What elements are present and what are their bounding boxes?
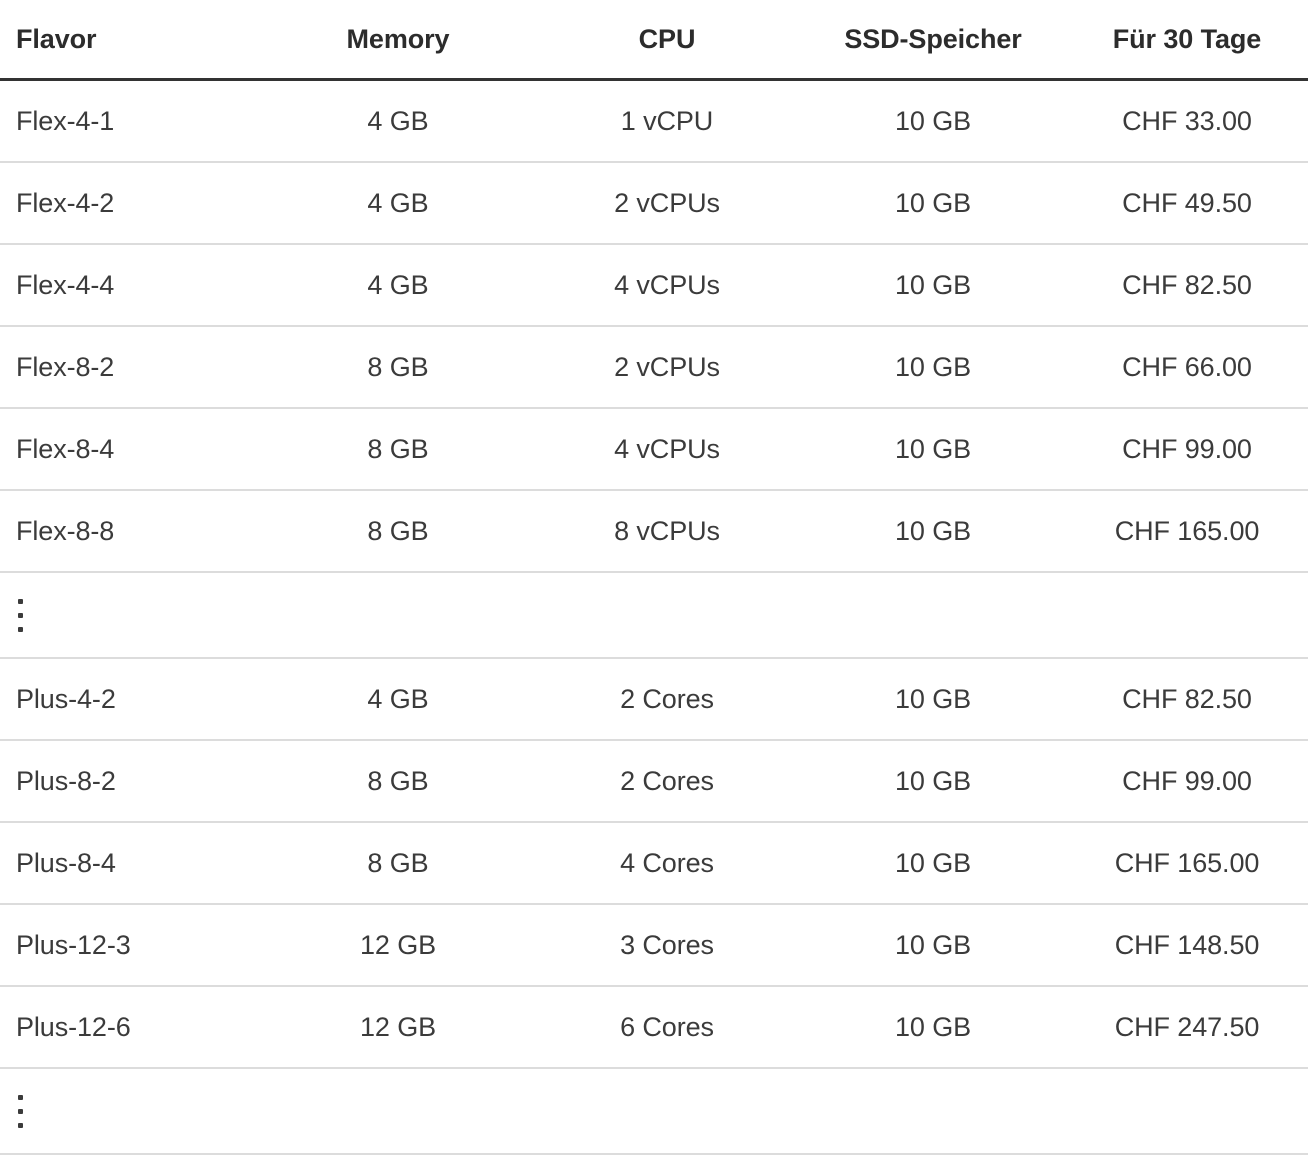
table-header: Flavor Memory CPU SSD-Speicher Für 30 Ta…: [0, 0, 1308, 81]
table-body: Flex-4-1 4 GB 1 vCPU 10 GB CHF 33.00 Flex-4-2…: [0, 79, 1308, 1155]
cell-memory: 12 GB: [262, 904, 534, 987]
cell-memory: 8 GB: [262, 408, 534, 491]
cell-ssd: 10 GB: [800, 986, 1066, 1069]
cell-flavor: Flex-8-4: [0, 408, 262, 491]
table-row: Flex-4-1 4 GB 1 vCPU 10 GB CHF 33.00: [0, 79, 1308, 163]
cell-ssd: 10 GB: [800, 244, 1066, 327]
cell-cpu: 2 Cores: [534, 658, 800, 741]
vertical-ellipsis-icon: [18, 598, 24, 632]
cell-flavor: Plus-12-3: [0, 904, 262, 987]
cell-cpu: 3 Cores: [534, 904, 800, 987]
cell-price: CHF 82.50: [1066, 658, 1308, 741]
cell-cpu: 2 Cores: [534, 740, 800, 823]
cell-ssd: 10 GB: [800, 326, 1066, 409]
cell-ssd: 10 GB: [800, 408, 1066, 491]
column-header-ssd-speicher: SSD-Speicher: [800, 0, 1066, 81]
cell-ssd: 10 GB: [800, 162, 1066, 245]
more-rows-indicator: [0, 1068, 1308, 1155]
column-header-flavor: Flavor: [0, 0, 262, 81]
cell-ssd: 10 GB: [800, 740, 1066, 823]
cell-price: CHF 165.00: [1066, 822, 1308, 905]
cell-flavor: Flex-8-2: [0, 326, 262, 409]
cell-memory: 4 GB: [262, 79, 534, 163]
cell-memory: 4 GB: [262, 658, 534, 741]
flavor-pricing-table: Flavor Memory CPU SSD-Speicher Für 30 Ta…: [0, 0, 1308, 1155]
cell-flavor: Plus-8-4: [0, 822, 262, 905]
cell-cpu: 2 vCPUs: [534, 326, 800, 409]
cell-memory: 4 GB: [262, 162, 534, 245]
table-row-ellipsis: [0, 1068, 1308, 1155]
vertical-ellipsis-icon: [18, 1094, 24, 1128]
cell-flavor: Flex-4-4: [0, 244, 262, 327]
cell-flavor: Plus-8-2: [0, 740, 262, 823]
table-row: Plus-12-6 12 GB 6 Cores 10 GB CHF 247.50: [0, 986, 1308, 1069]
cell-cpu: 4 vCPUs: [534, 244, 800, 327]
cell-ssd: 10 GB: [800, 904, 1066, 987]
cell-flavor: Flex-4-1: [0, 79, 262, 163]
table-header-row: Flavor Memory CPU SSD-Speicher Für 30 Ta…: [0, 0, 1308, 81]
cell-flavor: Flex-8-8: [0, 490, 262, 573]
cell-cpu: 1 vCPU: [534, 79, 800, 163]
cell-price: CHF 99.00: [1066, 408, 1308, 491]
table-row-ellipsis: [0, 572, 1308, 659]
cell-cpu: 6 Cores: [534, 986, 800, 1069]
column-header-cpu: CPU: [534, 0, 800, 81]
cell-memory: 8 GB: [262, 822, 534, 905]
cell-flavor: Flex-4-2: [0, 162, 262, 245]
table-row: Plus-12-3 12 GB 3 Cores 10 GB CHF 148.50: [0, 904, 1308, 987]
cell-ssd: 10 GB: [800, 490, 1066, 573]
cell-cpu: 8 vCPUs: [534, 490, 800, 573]
cell-flavor: Plus-12-6: [0, 986, 262, 1069]
cell-price: CHF 66.00: [1066, 326, 1308, 409]
cell-ssd: 10 GB: [800, 658, 1066, 741]
table-row: Flex-4-2 4 GB 2 vCPUs 10 GB CHF 49.50: [0, 162, 1308, 245]
cell-cpu: 4 Cores: [534, 822, 800, 905]
cell-memory: 8 GB: [262, 326, 534, 409]
cell-cpu: 2 vCPUs: [534, 162, 800, 245]
cell-price: CHF 165.00: [1066, 490, 1308, 573]
cell-memory: 8 GB: [262, 490, 534, 573]
cell-memory: 12 GB: [262, 986, 534, 1069]
cell-price: CHF 148.50: [1066, 904, 1308, 987]
cell-price: CHF 99.00: [1066, 740, 1308, 823]
cell-ssd: 10 GB: [800, 822, 1066, 905]
table-row: Flex-8-8 8 GB 8 vCPUs 10 GB CHF 165.00: [0, 490, 1308, 573]
cell-price: CHF 33.00: [1066, 79, 1308, 163]
cell-memory: 8 GB: [262, 740, 534, 823]
cell-price: CHF 49.50: [1066, 162, 1308, 245]
table-row: Flex-4-4 4 GB 4 vCPUs 10 GB CHF 82.50: [0, 244, 1308, 327]
cell-cpu: 4 vCPUs: [534, 408, 800, 491]
column-header-memory: Memory: [262, 0, 534, 81]
table-row: Plus-4-2 4 GB 2 Cores 10 GB CHF 82.50: [0, 658, 1308, 741]
cell-flavor: Plus-4-2: [0, 658, 262, 741]
table-row: Plus-8-4 8 GB 4 Cores 10 GB CHF 165.00: [0, 822, 1308, 905]
cell-price: CHF 247.50: [1066, 986, 1308, 1069]
cell-ssd: 10 GB: [800, 79, 1066, 163]
cell-price: CHF 82.50: [1066, 244, 1308, 327]
more-rows-indicator: [0, 572, 1308, 659]
table-row: Flex-8-4 8 GB 4 vCPUs 10 GB CHF 99.00: [0, 408, 1308, 491]
cell-memory: 4 GB: [262, 244, 534, 327]
table-row: Flex-8-2 8 GB 2 vCPUs 10 GB CHF 66.00: [0, 326, 1308, 409]
table-row: Plus-8-2 8 GB 2 Cores 10 GB CHF 99.00: [0, 740, 1308, 823]
column-header-price-30-days: Für 30 Tage: [1066, 0, 1308, 81]
